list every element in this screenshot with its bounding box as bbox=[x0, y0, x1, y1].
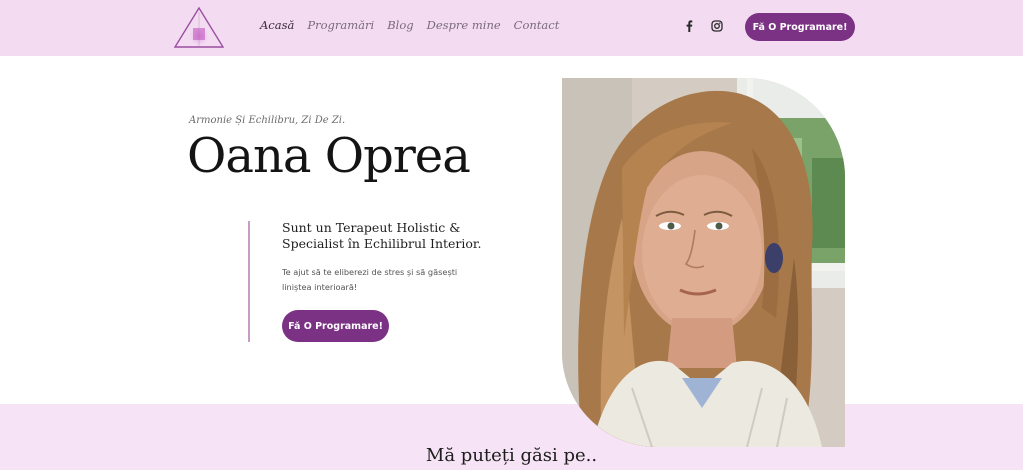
hero-name: Oana Oprea bbox=[187, 128, 471, 184]
hero-subheading: Sunt un Terapeut Holistic & Specialist î… bbox=[282, 220, 497, 252]
hero-description-line: liniștea interioară! bbox=[282, 282, 358, 292]
nav-item-blog[interactable]: Blog bbox=[387, 18, 413, 32]
logo[interactable] bbox=[172, 4, 226, 50]
site-header: Acasă Programări Blog Despre mine Contac… bbox=[0, 0, 1023, 56]
hero-subheading-line: Sunt un Terapeut Holistic & bbox=[282, 220, 461, 235]
nav-item-programari[interactable]: Programări bbox=[307, 18, 374, 32]
accent-divider bbox=[248, 221, 250, 342]
nav-item-despre-mine[interactable]: Despre mine bbox=[427, 18, 501, 32]
hero-description: Te ajut să te eliberezi de stres și să g… bbox=[282, 265, 482, 295]
hero-appointment-button[interactable]: Fă O Programare! bbox=[282, 310, 389, 342]
nav-item-acasa[interactable]: Acasă bbox=[260, 18, 294, 32]
portrait-illustration bbox=[562, 78, 845, 447]
hero-tagline: Armonie Și Echilibru, Zi De Zi. bbox=[189, 115, 346, 126]
hero-subheading-line: Specialist în Echilibrul Interior. bbox=[282, 236, 482, 251]
hero-description-line: Te ajut să te eliberezi de stres și să g… bbox=[282, 267, 458, 277]
portrait-photo bbox=[562, 78, 845, 447]
logo-triangle-icon bbox=[173, 6, 225, 48]
main-nav: Acasă Programări Blog Despre mine Contac… bbox=[260, 18, 559, 32]
header-appointment-button[interactable]: Fă O Programare! bbox=[745, 13, 855, 41]
facebook-icon[interactable] bbox=[681, 18, 697, 34]
instagram-icon[interactable] bbox=[709, 18, 725, 34]
nav-item-contact[interactable]: Contact bbox=[514, 18, 560, 32]
find-me-heading: Mă puteți găsi pe.. bbox=[425, 445, 598, 466]
